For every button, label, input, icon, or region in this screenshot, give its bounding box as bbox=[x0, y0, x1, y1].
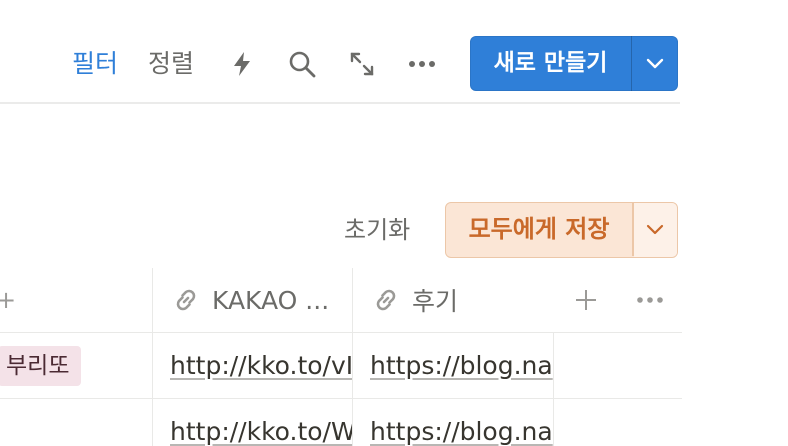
more-icon[interactable] bbox=[404, 46, 440, 82]
column-divider bbox=[352, 268, 353, 446]
column-header-kakao[interactable]: KAKAO ... bbox=[170, 280, 329, 320]
table-cell-review[interactable]: https://blog.na bbox=[370, 346, 553, 386]
review-link[interactable]: https://blog.na bbox=[370, 417, 553, 446]
select-tag[interactable]: 부리또 bbox=[0, 346, 82, 386]
column-label: 후기 bbox=[412, 287, 459, 316]
new-button[interactable]: 새로 만들기 bbox=[470, 36, 631, 91]
bolt-icon[interactable] bbox=[224, 46, 260, 82]
new-button-group: 새로 만들기 bbox=[470, 36, 678, 91]
chevron-down-icon bbox=[647, 224, 664, 235]
search-icon[interactable] bbox=[284, 46, 320, 82]
toolbar-divider bbox=[0, 102, 680, 104]
review-link[interactable]: https://blog.na bbox=[370, 351, 553, 380]
column-label: KAKAO ... bbox=[212, 285, 330, 315]
link-icon bbox=[376, 289, 396, 311]
column-divider bbox=[152, 268, 153, 446]
table-cell-review[interactable]: https://blog.na bbox=[370, 412, 553, 446]
kakao-link[interactable]: http://kko.to/W bbox=[170, 417, 352, 446]
column-divider bbox=[553, 332, 554, 446]
save-for-everyone-button[interactable]: 모두에게 저장 bbox=[446, 203, 632, 256]
column-header-partial[interactable]: + bbox=[0, 286, 16, 314]
reset-button[interactable]: 초기화 bbox=[344, 210, 410, 250]
kakao-link[interactable]: http://kko.to/vI bbox=[170, 351, 352, 380]
new-button-dropdown[interactable] bbox=[632, 36, 678, 91]
add-column-button[interactable] bbox=[570, 280, 602, 320]
link-icon bbox=[176, 289, 196, 311]
chevron-down-icon bbox=[646, 58, 664, 68]
column-more-button[interactable] bbox=[634, 280, 666, 320]
row-divider bbox=[0, 332, 682, 333]
more-icon bbox=[637, 297, 663, 303]
row-divider bbox=[0, 398, 682, 399]
plus-icon bbox=[576, 290, 596, 310]
expand-icon[interactable] bbox=[344, 46, 380, 82]
save-dropdown-button[interactable] bbox=[633, 203, 677, 257]
table-cell-kakao[interactable]: http://kko.to/vI bbox=[170, 346, 352, 386]
sort-button[interactable]: 정렬 bbox=[148, 44, 194, 84]
table-header: + KAKAO ... 후기 bbox=[0, 268, 682, 332]
save-for-everyone-group: 모두에게 저장 bbox=[445, 202, 678, 258]
table-cell-kakao[interactable]: http://kko.to/W bbox=[170, 412, 352, 446]
database-toolbar: 필터 정렬 새로 만들기 bbox=[0, 0, 788, 104]
column-header-review[interactable]: 후기 bbox=[370, 280, 458, 320]
filter-button[interactable]: 필터 bbox=[72, 44, 118, 84]
